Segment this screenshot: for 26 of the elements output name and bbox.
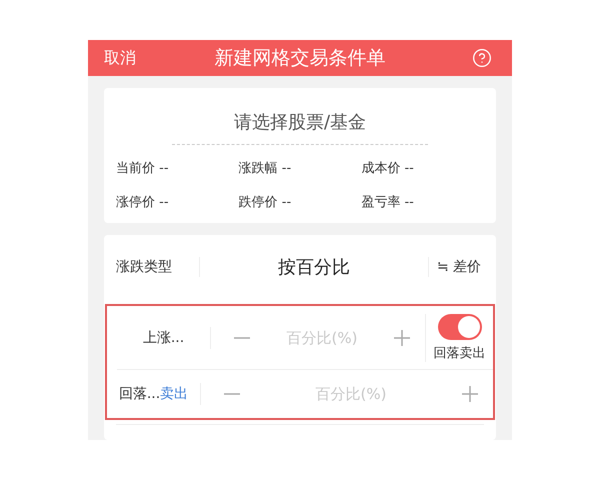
plus-icon <box>461 385 479 403</box>
sell-link[interactable]: 卖出 <box>160 386 188 402</box>
page-title: 新建网格交易条件单 <box>214 46 386 71</box>
minus-icon <box>223 393 241 395</box>
rule-label: 回落...卖出 <box>107 383 201 405</box>
stat-text: 跌停价 -- <box>238 194 292 211</box>
stock-select[interactable]: 请选择股票/基金 <box>234 88 366 140</box>
type-label: 涨跌类型 <box>104 257 200 277</box>
stat-text: 成本价 -- <box>361 160 414 177</box>
stat-text: 盈亏率 -- <box>361 194 414 211</box>
toggle-label: 回落卖出 <box>434 344 486 362</box>
minus-button[interactable] <box>223 393 241 395</box>
stat-text: 涨停价 -- <box>116 194 169 211</box>
plus-button[interactable] <box>393 328 411 346</box>
type-value: 按百分比 <box>277 256 351 279</box>
toggle-switch[interactable] <box>438 314 482 340</box>
rule-label: 上涨... <box>117 326 211 348</box>
plus-icon <box>393 328 411 346</box>
stat-text: 涨跌幅 -- <box>238 160 292 177</box>
switch-type-button[interactable]: ≒ 差价 <box>428 257 496 277</box>
plus-button[interactable] <box>461 385 479 403</box>
minus-icon <box>233 336 251 338</box>
help-button[interactable] <box>472 48 492 68</box>
minus-button[interactable] <box>233 336 251 338</box>
help-icon <box>472 48 492 68</box>
stat-text: 当前价 -- <box>116 160 169 177</box>
